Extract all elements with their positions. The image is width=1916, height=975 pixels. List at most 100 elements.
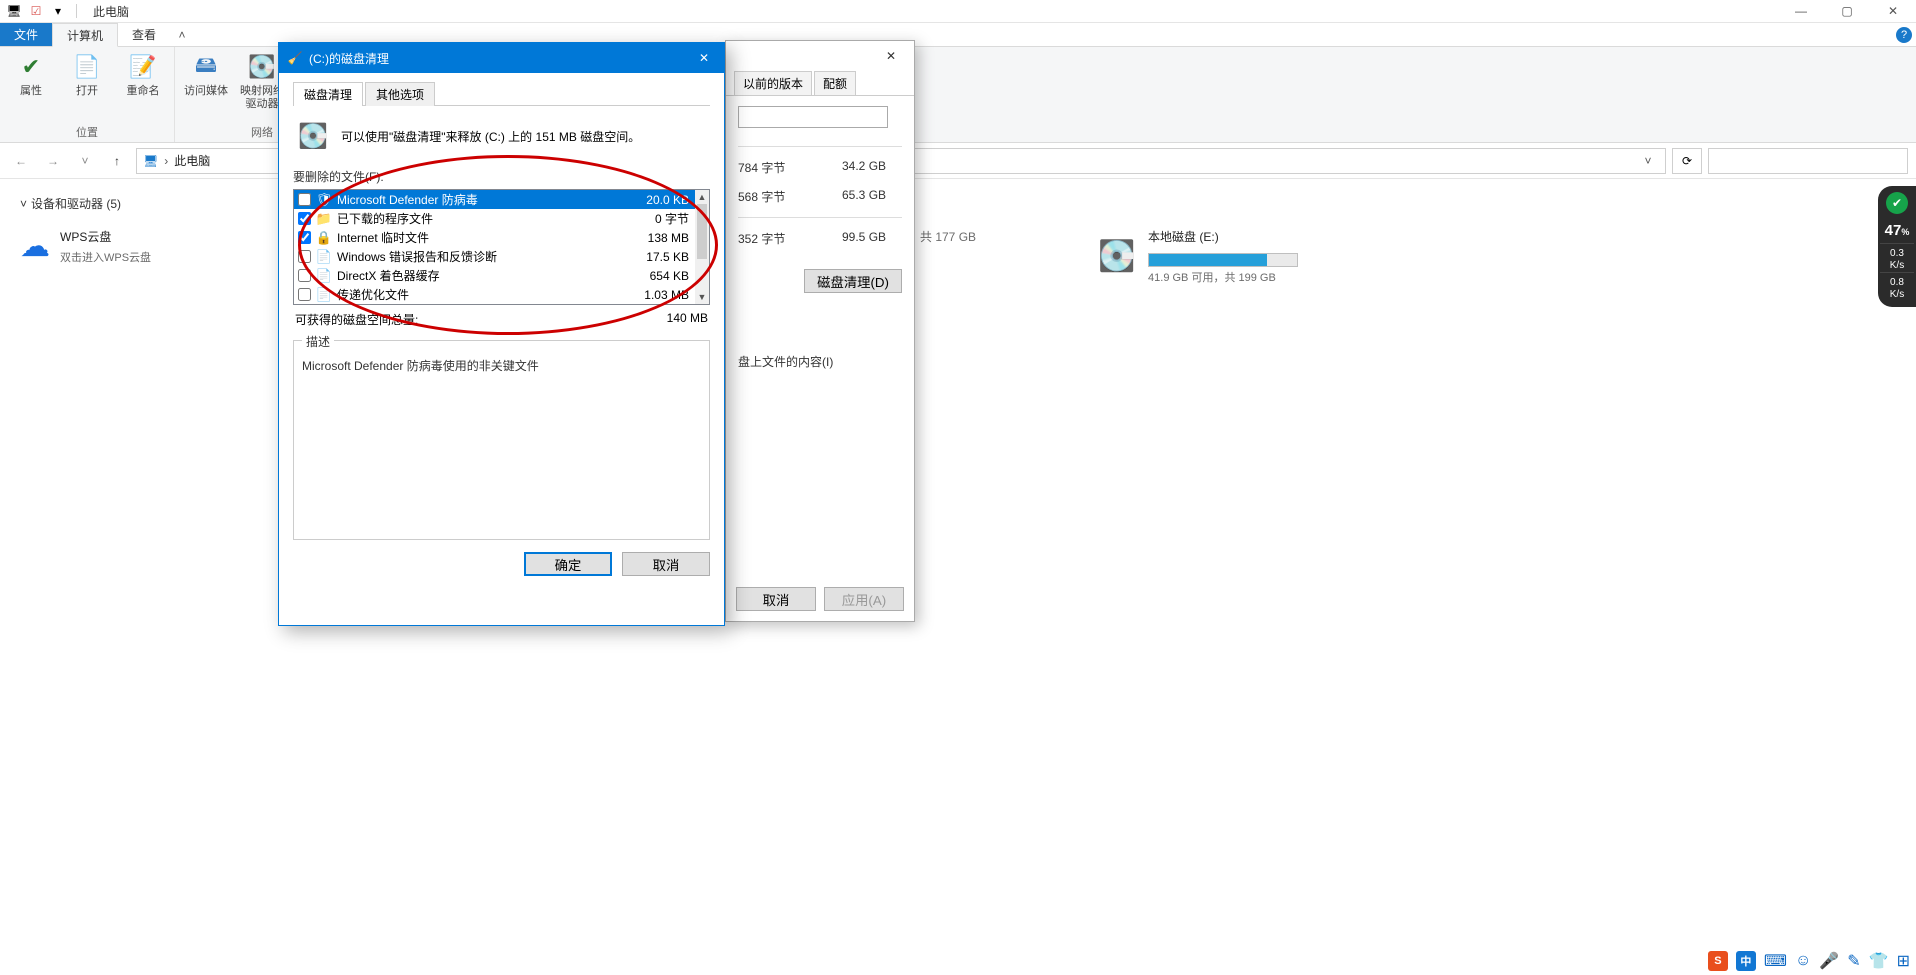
file-type-icon: 📄 bbox=[316, 249, 332, 265]
files-list[interactable]: 🛡Microsoft Defender 防病毒20.0 KB📁已下载的程序文件0… bbox=[293, 189, 710, 305]
cancel-button[interactable]: 取消 bbox=[736, 587, 816, 611]
tab-quota[interactable]: 配额 bbox=[814, 71, 856, 95]
file-list-row[interactable]: 📄传递优化文件1.03 MB bbox=[294, 285, 695, 304]
tab-disk-cleanup[interactable]: 磁盘清理 bbox=[293, 82, 363, 106]
tray-icon[interactable]: ☺ bbox=[1795, 952, 1811, 970]
cleanup-info: 💽 可以使用"磁盘清理"来释放 (C:) 上的 151 MB 磁盘空间。 bbox=[293, 106, 710, 162]
file-size: 1.03 MB bbox=[644, 288, 691, 302]
tray-icon[interactable]: ✎ bbox=[1847, 951, 1860, 971]
file-list-row[interactable]: 🔒Internet 临时文件138 MB bbox=[294, 228, 695, 247]
dialog-titlebar[interactable]: ✕ bbox=[726, 41, 914, 71]
scroll-down-icon[interactable]: ▼ bbox=[695, 290, 709, 304]
drive-name: WPS云盘 bbox=[60, 228, 151, 249]
qat-checkbox-icon[interactable]: ☑ bbox=[28, 3, 44, 19]
edge-monitor-widget[interactable]: ✔ 47% 0.3K/s 0.8K/s bbox=[1878, 186, 1916, 307]
disk-cleanup-button[interactable]: 磁盘清理(D) bbox=[804, 269, 902, 293]
close-button[interactable]: ✕ bbox=[684, 43, 724, 73]
breadcrumb[interactable]: 此电脑 bbox=[174, 152, 210, 169]
drive-wps-cloud[interactable]: ☁ WPS云盘 双击进入WPS云盘 bbox=[20, 228, 270, 265]
file-type-icon: 🔒 bbox=[316, 230, 332, 246]
hdd-icon: 💽 bbox=[1096, 236, 1138, 278]
nav-up-button[interactable]: ↑ bbox=[104, 148, 130, 174]
address-dropdown-icon[interactable]: ˅ bbox=[1637, 154, 1659, 168]
tray-icon[interactable]: ⊞ bbox=[1897, 951, 1910, 971]
ribbon-tab-view[interactable]: 查看 bbox=[118, 23, 170, 46]
dialog-titlebar[interactable]: 🧹 (C:)的磁盘清理 ✕ bbox=[279, 43, 724, 73]
file-size: 654 KB bbox=[650, 269, 691, 283]
minimize-button[interactable]: — bbox=[1778, 0, 1824, 23]
file-size: 20.0 KB bbox=[646, 193, 691, 207]
cleanup-tabs: 磁盘清理 其他选项 bbox=[293, 81, 710, 106]
ok-button[interactable]: 确定 bbox=[524, 552, 612, 576]
volume-label-input[interactable] bbox=[738, 106, 888, 128]
ribbon-open[interactable]: 📄 打开 bbox=[64, 51, 110, 98]
drive-usage-bar bbox=[1148, 253, 1298, 267]
ribbon-tab-file[interactable]: 文件 bbox=[0, 23, 52, 46]
group-label: 位置 bbox=[76, 124, 98, 142]
chevron-down-icon: ˅ bbox=[20, 197, 27, 211]
media-icon: 🖴 bbox=[190, 51, 222, 83]
disk-cleanup-dialog[interactable]: 🧹 (C:)的磁盘清理 ✕ 磁盘清理 其他选项 💽 可以使用"磁盘清理"来释放 … bbox=[278, 42, 725, 626]
file-checkbox[interactable] bbox=[298, 250, 311, 263]
description-legend: 描述 bbox=[302, 333, 334, 350]
file-list-row[interactable]: 🛡Microsoft Defender 防病毒20.0 KB bbox=[294, 190, 695, 209]
scroll-up-icon[interactable]: ▲ bbox=[695, 190, 709, 204]
map-drive-icon: 💽 bbox=[246, 51, 278, 83]
rename-icon: 📝 bbox=[127, 51, 159, 83]
ime-language-icon[interactable]: 中 bbox=[1736, 951, 1756, 971]
file-type-icon: 📄 bbox=[316, 268, 332, 284]
file-list-row[interactable]: 📄 DirectX 着色器缓存 654 KB bbox=[294, 266, 695, 285]
file-type-icon: 🛡 bbox=[316, 192, 332, 208]
group-label: 网络 bbox=[251, 124, 273, 142]
titlebar: 🖥 ☑ ▾ 此电脑 — ▢ ✕ bbox=[0, 0, 1916, 23]
apply-button: 应用(A) bbox=[824, 587, 904, 611]
dialog-title: (C:)的磁盘清理 bbox=[309, 50, 678, 67]
file-size: 0 字节 bbox=[655, 210, 691, 227]
tray-icon[interactable]: 👕 bbox=[1869, 951, 1889, 971]
drive-partial-text: 共 177 GB bbox=[920, 228, 976, 245]
refresh-button[interactable]: ⟳ bbox=[1672, 148, 1702, 174]
ribbon-help-button[interactable]: ? bbox=[1892, 23, 1916, 46]
sogou-ime-icon[interactable]: S bbox=[1708, 951, 1728, 971]
scrollbar[interactable]: ▲ ▼ bbox=[695, 190, 709, 304]
app-icon: 🖥 bbox=[6, 3, 22, 19]
qat-dropdown-icon[interactable]: ▾ bbox=[50, 3, 66, 19]
close-button[interactable]: ✕ bbox=[1870, 0, 1916, 23]
nav-recent-dropdown[interactable]: ˅ bbox=[72, 148, 98, 174]
drive-local-e[interactable]: 💽 本地磁盘 (E:) 41.9 GB 可用，共 199 GB bbox=[1096, 228, 1346, 285]
ribbon-tab-computer[interactable]: 计算机 bbox=[52, 23, 118, 47]
props-row: 784 字节34.2 GB bbox=[738, 153, 902, 182]
ribbon-access-media[interactable]: 🖴 访问媒体 bbox=[183, 51, 229, 98]
total-gain-row: 可获得的磁盘空间总量: 140 MB bbox=[293, 305, 710, 332]
file-checkbox[interactable] bbox=[298, 231, 311, 244]
maximize-button[interactable]: ▢ bbox=[1824, 0, 1870, 23]
cancel-button[interactable]: 取消 bbox=[622, 552, 710, 576]
scroll-thumb[interactable] bbox=[697, 204, 707, 259]
props-checkbox-text[interactable]: 盘上文件的内容(I) bbox=[738, 293, 902, 370]
pc-icon: 🖥 bbox=[143, 154, 158, 168]
tray-icons: S 中 ⌨ ☺ 🎤 ✎ 👕 ⊞ bbox=[1708, 951, 1910, 971]
window-title: 此电脑 bbox=[87, 3, 129, 20]
ribbon-rename[interactable]: 📝 重命名 bbox=[120, 51, 166, 98]
nav-forward-button[interactable]: → bbox=[40, 148, 66, 174]
tray-icon[interactable]: ⌨ bbox=[1764, 951, 1787, 971]
file-checkbox[interactable] bbox=[298, 193, 311, 206]
file-list-row[interactable]: 📄Windows 错误报告和反馈诊断17.5 KB bbox=[294, 247, 695, 266]
file-checkbox[interactable] bbox=[298, 288, 311, 301]
ribbon-collapse-button[interactable]: ˄ bbox=[170, 23, 194, 46]
nav-back-button[interactable]: ← bbox=[8, 148, 34, 174]
tray-icon[interactable]: 🎤 bbox=[1819, 951, 1839, 971]
props-row: 568 字节65.3 GB bbox=[738, 182, 902, 211]
shield-icon: ✔ bbox=[1886, 192, 1908, 214]
close-button[interactable]: ✕ bbox=[876, 45, 906, 67]
file-name: DirectX 着色器缓存 bbox=[337, 267, 645, 284]
tab-more-options[interactable]: 其他选项 bbox=[365, 82, 435, 106]
properties-dialog[interactable]: ✕ 以前的版本 配额 784 字节34.2 GB 568 字节65.3 GB 3… bbox=[725, 40, 915, 622]
search-input[interactable] bbox=[1708, 148, 1908, 174]
file-list-row[interactable]: 📁已下载的程序文件0 字节 bbox=[294, 209, 695, 228]
file-checkbox[interactable] bbox=[298, 269, 311, 282]
file-checkbox[interactable] bbox=[298, 212, 311, 225]
ribbon-properties[interactable]: ✔ 属性 bbox=[8, 51, 54, 98]
file-type-icon: 📄 bbox=[316, 287, 332, 303]
tab-previous-versions[interactable]: 以前的版本 bbox=[734, 71, 812, 95]
